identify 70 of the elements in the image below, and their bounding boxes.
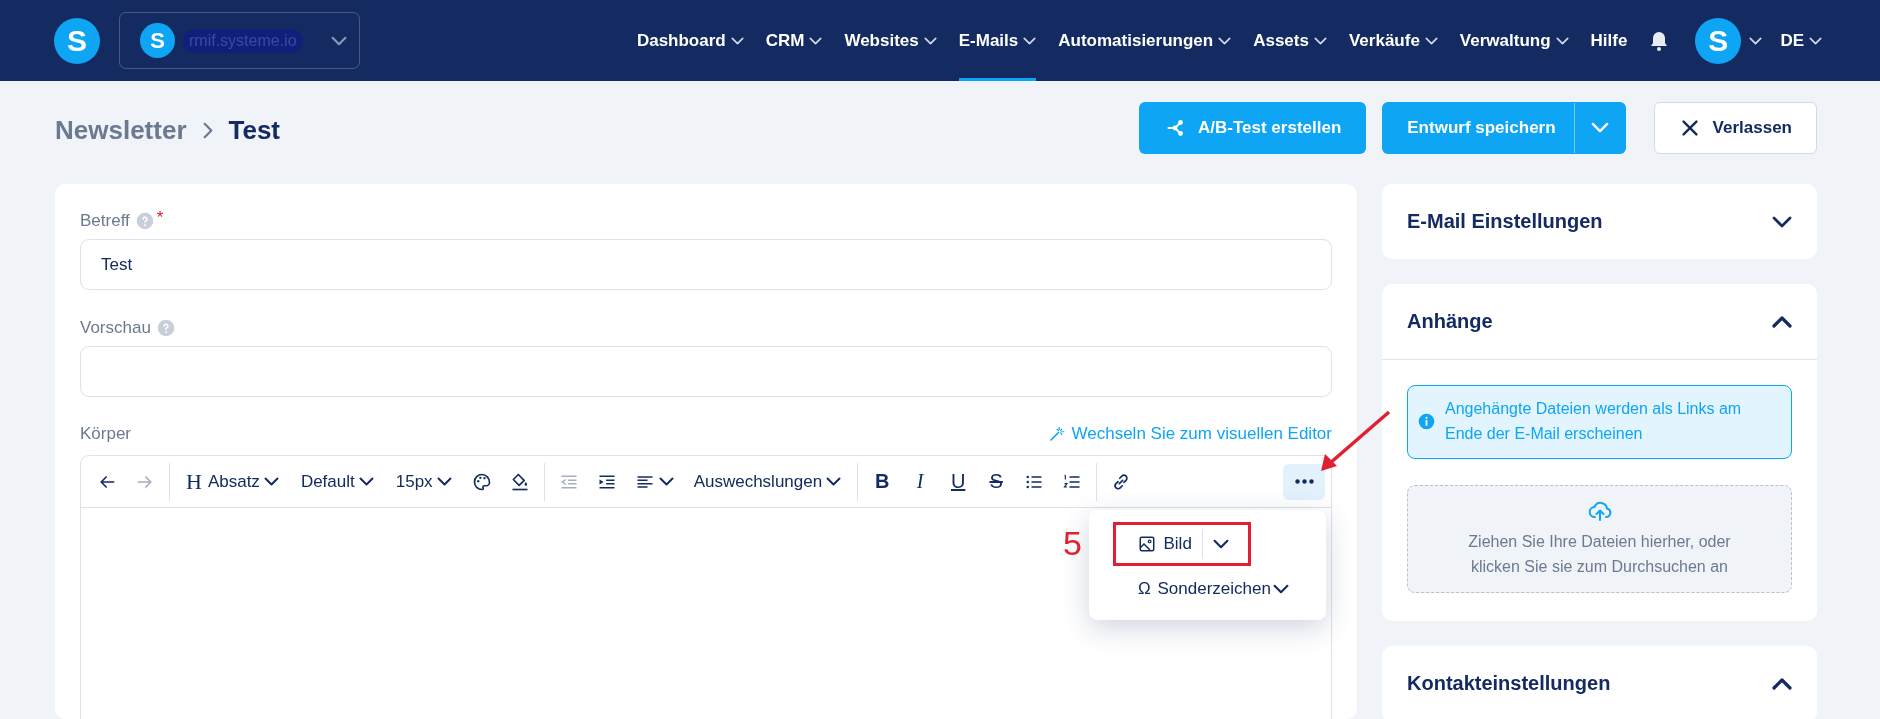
breadcrumb-current: Test bbox=[228, 115, 281, 146]
italic-button[interactable]: I bbox=[904, 463, 937, 500]
nav-menu-item[interactable]: CRM bbox=[765, 0, 823, 81]
field-label: Körper bbox=[80, 424, 132, 444]
chevron-down-icon bbox=[1809, 36, 1822, 45]
chevron-down-icon bbox=[1023, 36, 1037, 45]
chevron-up-icon bbox=[1772, 315, 1792, 328]
annotation-number: 5 bbox=[1063, 524, 1082, 563]
field-label: Vorschau bbox=[80, 318, 151, 338]
chevron-down-icon bbox=[331, 35, 347, 46]
palette-icon bbox=[471, 471, 492, 492]
chevron-down-icon bbox=[1590, 122, 1609, 133]
required-mark: * bbox=[156, 208, 164, 228]
panel-header[interactable]: Kontakteinstellungen bbox=[1382, 646, 1817, 719]
nav-menu-item[interactable]: E-Mails bbox=[958, 0, 1037, 81]
notice-text: Angehängte Dateien werden als Links am Ende der E-Mail erscheinen bbox=[1445, 399, 1743, 444]
chevron-down-icon bbox=[1772, 215, 1792, 228]
chevron-down-icon bbox=[826, 477, 842, 486]
chevron-up-icon bbox=[1772, 677, 1792, 690]
user-avatar: S bbox=[1695, 17, 1742, 64]
more-options-button[interactable] bbox=[1283, 463, 1325, 500]
toolbar-dropdown[interactable]: 15px bbox=[387, 463, 460, 500]
dropzone-text: Ziehen Sie Ihre Dateien hierher, oder klicken Sie sie zum Durchsuchen an bbox=[1467, 532, 1732, 577]
chevron-down-icon bbox=[358, 477, 374, 486]
toolbar-dropdown[interactable]: Default bbox=[292, 463, 382, 500]
strike-button[interactable]: S bbox=[980, 463, 1013, 500]
exit-button[interactable]: Verlassen bbox=[1653, 101, 1817, 154]
workspace-avatar: S bbox=[140, 23, 175, 58]
toolbar-dropdown[interactable]: H Absatz bbox=[178, 463, 287, 500]
chevron-down-icon bbox=[436, 477, 452, 486]
image-icon bbox=[1137, 535, 1156, 553]
nav-menu-item[interactable]: Verwaltung bbox=[1459, 0, 1569, 81]
breadcrumb-link[interactable]: Newsletter bbox=[55, 115, 187, 146]
bold-button[interactable]: B bbox=[866, 463, 899, 500]
chevron-down-icon bbox=[730, 36, 744, 45]
more-icon bbox=[1294, 479, 1314, 484]
image-label: Bild bbox=[1163, 534, 1192, 554]
nav-menu-item[interactable]: Automatisierungen bbox=[1058, 0, 1232, 81]
nav-menu-item[interactable]: Assets bbox=[1253, 0, 1327, 81]
chevron-down-icon bbox=[809, 36, 823, 45]
chevron-down-icon bbox=[1218, 36, 1232, 45]
chevron-down-icon bbox=[923, 36, 937, 45]
panel-header[interactable]: E-Mail Einstellungen bbox=[1382, 184, 1817, 259]
chevron-down-icon bbox=[263, 477, 279, 486]
magic-wand-icon bbox=[1047, 425, 1066, 443]
nav-menu-item[interactable]: Hilfe bbox=[1590, 0, 1628, 81]
underline-button[interactable]: U bbox=[942, 463, 975, 500]
nav-menu-item[interactable]: Websites bbox=[844, 0, 937, 81]
text-field[interactable] bbox=[80, 346, 1332, 397]
chevron-down-icon bbox=[1555, 36, 1569, 45]
language-selector[interactable]: DE bbox=[1780, 27, 1822, 54]
chevron-down-icon bbox=[1212, 539, 1229, 549]
chevron-down-icon bbox=[658, 477, 674, 486]
nav-menu-item[interactable]: Dashboard bbox=[636, 0, 744, 81]
chevron-right-icon bbox=[202, 122, 213, 139]
image-split-button[interactable]: Bild bbox=[1112, 522, 1251, 566]
fill-icon bbox=[509, 471, 530, 492]
toolbar-dropdown[interactable]: Auswechslungen bbox=[685, 463, 850, 500]
chevron-down-icon bbox=[1424, 36, 1438, 45]
chevron-down-icon bbox=[1313, 36, 1327, 45]
text-field[interactable]: Test bbox=[80, 239, 1332, 290]
info-icon bbox=[1418, 412, 1435, 430]
chevron-down-icon bbox=[1272, 584, 1289, 594]
nav-menu-item[interactable]: Verkäufe bbox=[1348, 0, 1438, 81]
special-characters-dropdown[interactable]: Ω Sonderzeichen bbox=[1132, 578, 1295, 600]
field-label: Betreff bbox=[80, 211, 130, 231]
panel-header[interactable]: Anhänge bbox=[1382, 284, 1817, 360]
chevron-down-icon bbox=[1749, 36, 1763, 45]
file-dropzone[interactable]: Ziehen Sie Ihre Dateien hierher, oder klicken Sie sie zum Durchsuchen an bbox=[1407, 485, 1792, 593]
upload-cloud-icon bbox=[1587, 499, 1612, 523]
